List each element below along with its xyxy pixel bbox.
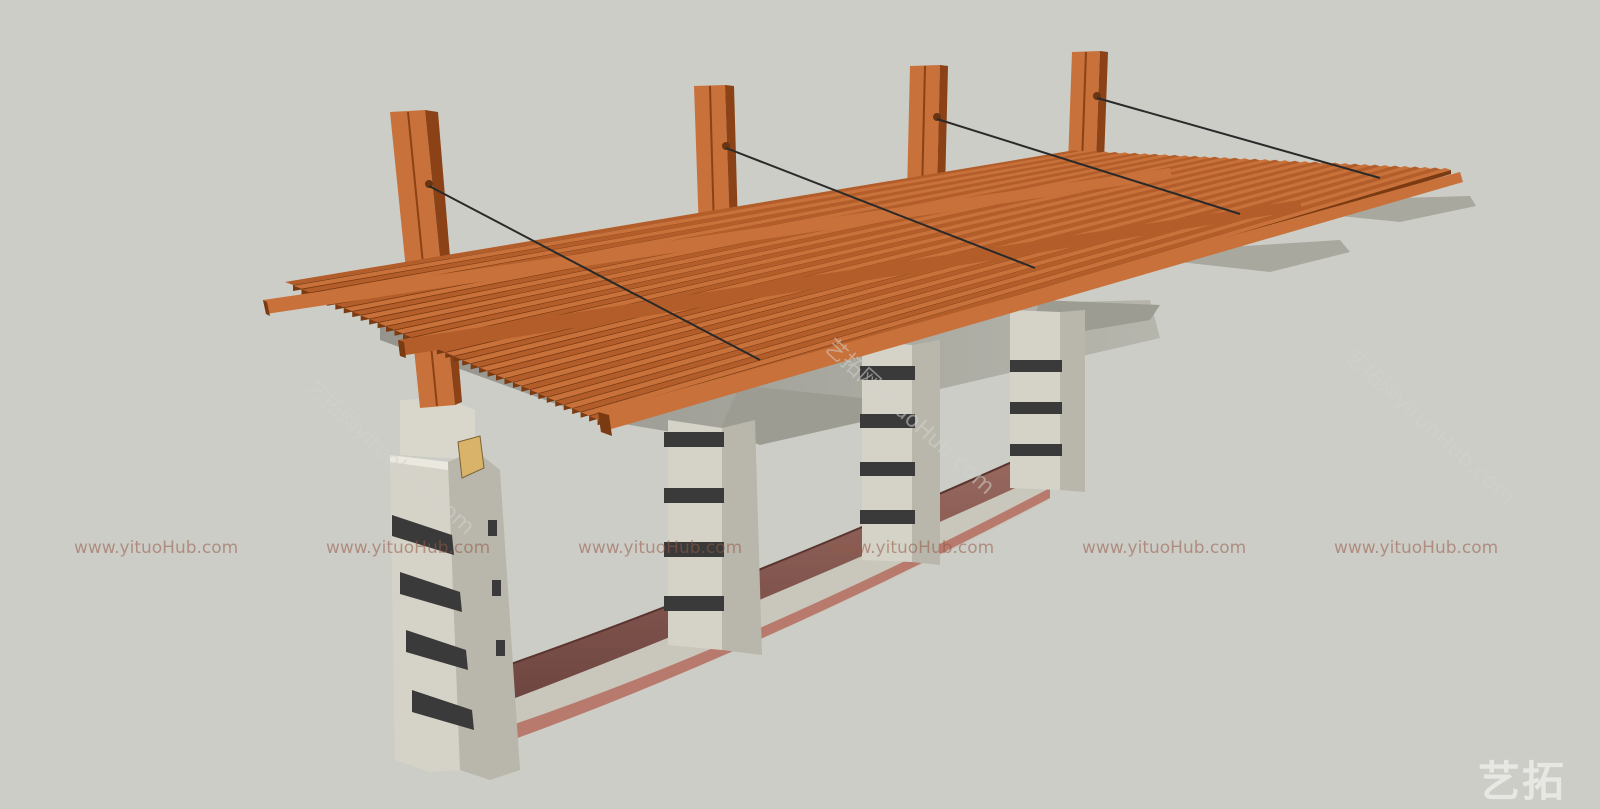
pillar-4 (1010, 310, 1085, 492)
bench (507, 444, 1055, 740)
pergola-scene (263, 51, 1476, 780)
pillar-1 (390, 398, 520, 780)
brand-logo: 艺拓 (1478, 757, 1567, 806)
pillar-2 (664, 420, 762, 655)
post-4 (1068, 51, 1108, 164)
pillar-3 (860, 340, 940, 565)
